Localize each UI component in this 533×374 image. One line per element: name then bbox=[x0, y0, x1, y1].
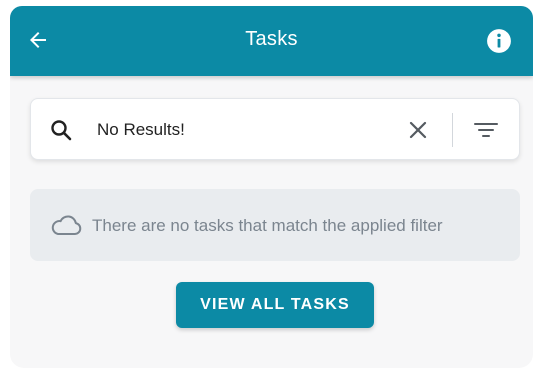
search-bar bbox=[30, 98, 520, 160]
info-button[interactable] bbox=[485, 27, 513, 55]
filter-icon[interactable] bbox=[473, 118, 499, 142]
search-icon bbox=[51, 120, 72, 141]
empty-state-message: There are no tasks that match the applie… bbox=[92, 216, 443, 235]
tasks-screen: Tasks There are no tasks bbox=[10, 6, 533, 368]
search-input[interactable] bbox=[97, 116, 397, 144]
view-all-tasks-button[interactable]: VIEW ALL TASKS bbox=[176, 282, 374, 328]
search-divider bbox=[452, 113, 453, 147]
empty-state: There are no tasks that match the applie… bbox=[30, 189, 520, 261]
close-icon[interactable] bbox=[406, 118, 430, 142]
info-circle-icon bbox=[487, 29, 511, 53]
page-title: Tasks bbox=[245, 28, 298, 50]
app-bar: Tasks bbox=[10, 6, 533, 76]
cloud-icon bbox=[51, 215, 82, 235]
